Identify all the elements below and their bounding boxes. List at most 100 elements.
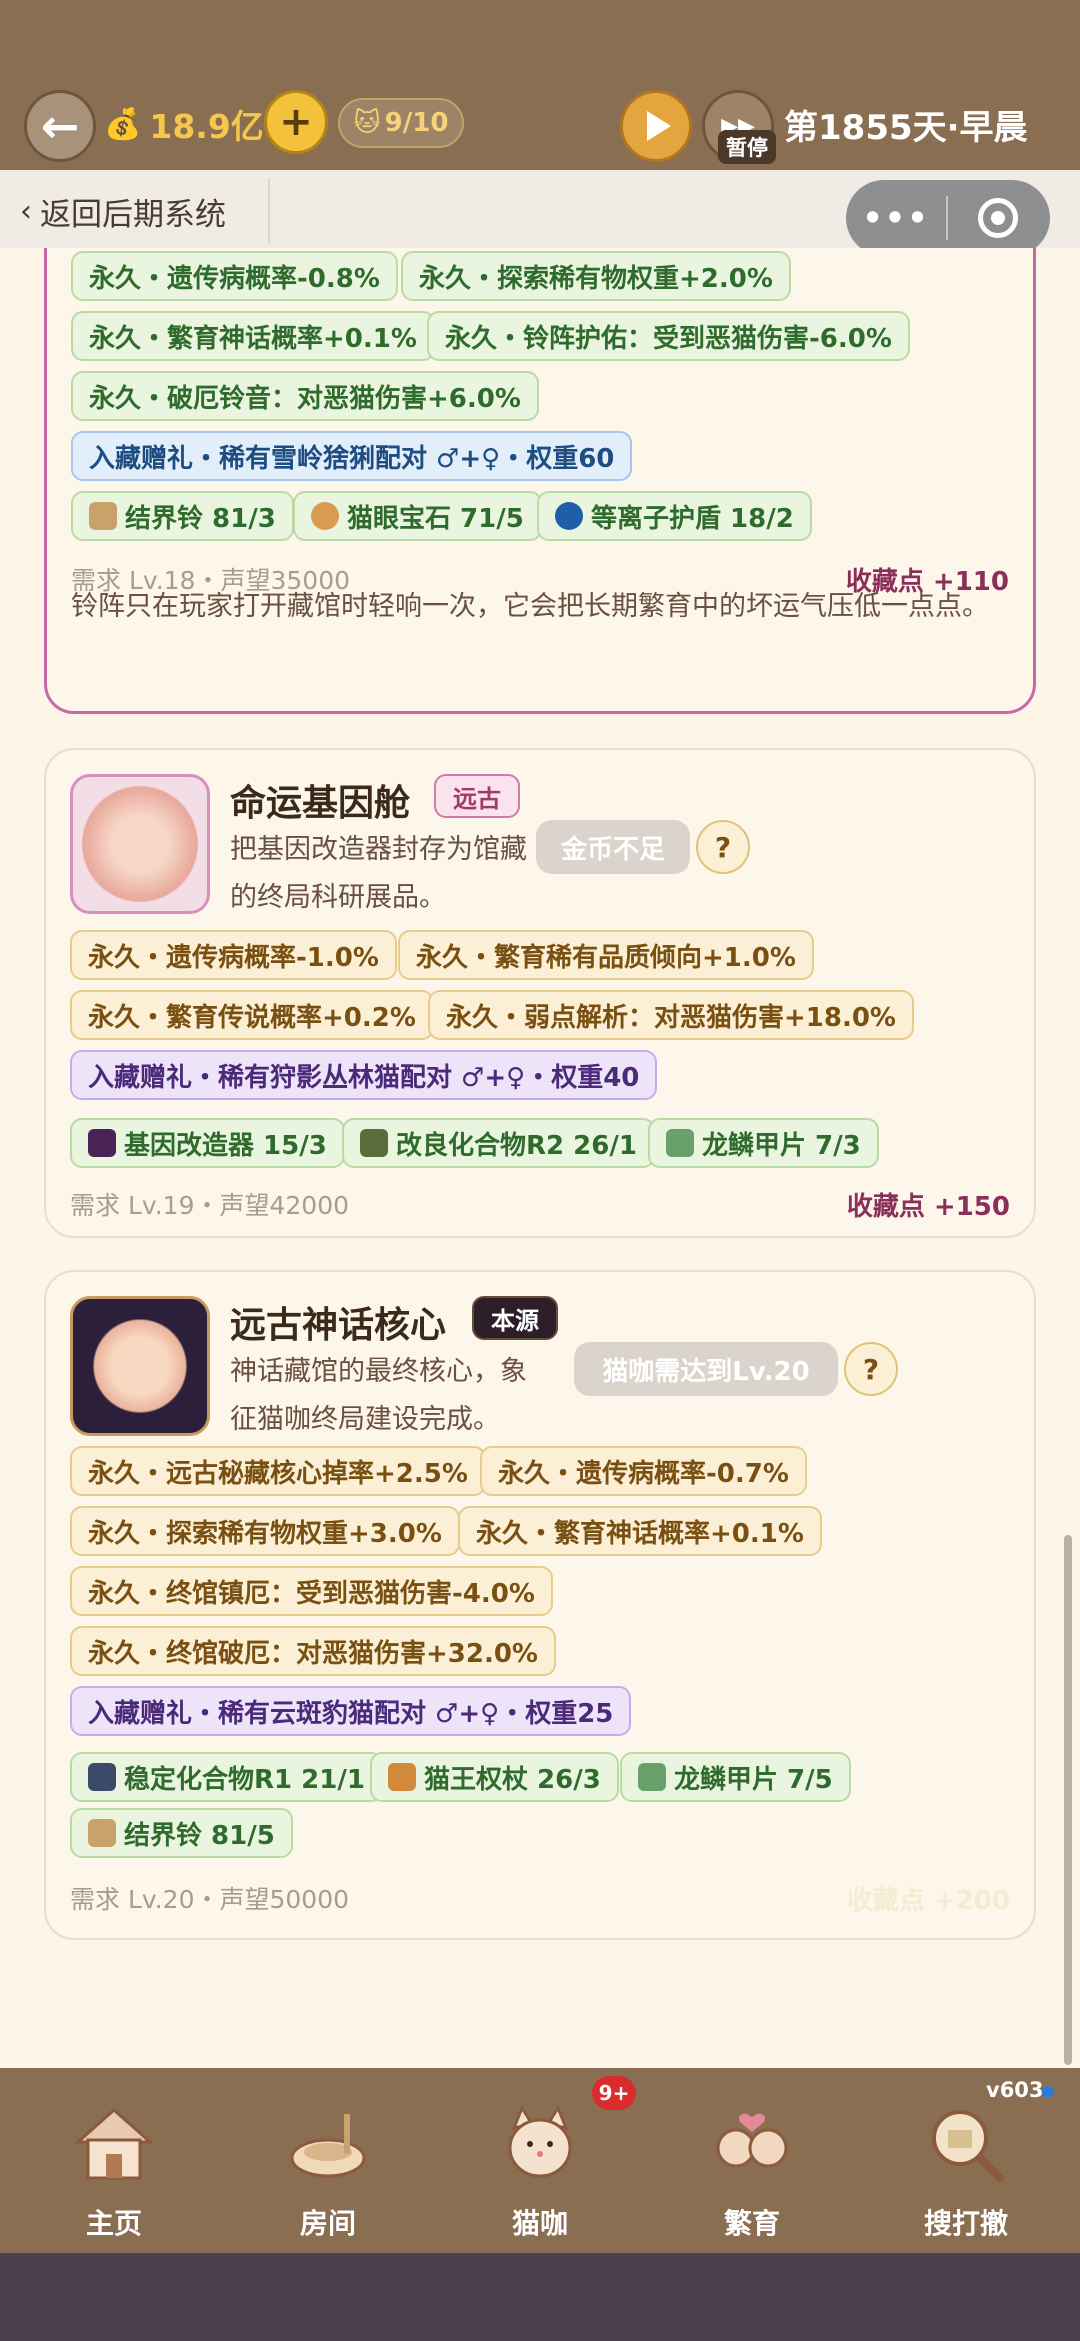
insufficient-gold-button[interactable]: 金币不足: [536, 820, 690, 874]
scrollbar[interactable]: [1064, 1535, 1072, 2065]
cat-count-badge: 🐱 9/10: [338, 98, 464, 148]
tab-label: 猫咖: [511, 2207, 568, 2240]
cat-king-scepter-icon: [388, 1763, 416, 1791]
dragon-scale-icon: [638, 1763, 666, 1791]
stabilizer-compound-icon: [88, 1763, 116, 1791]
tab-breeding[interactable]: 繁育: [682, 2080, 822, 2250]
bell-icon: [89, 502, 117, 530]
gift-chip: 入藏赠礼・稀有雪岭猞猁配对 ♂+♀・权重60: [71, 431, 633, 481]
play-button[interactable]: [620, 90, 692, 162]
collection-card-destiny-gene-pod: 命运基因舱 远古 把基因改造器封存为馆藏的终局科研展品。 金币不足 ? 永久・遗…: [44, 748, 1036, 1238]
tab-room[interactable]: 房间: [258, 2080, 398, 2250]
tab-label: 主页: [85, 2207, 142, 2240]
requirement-text: 需求 Lv.19・声望42000: [70, 1191, 350, 1220]
back-label: 返回后期系统: [40, 196, 226, 233]
magnifier-map-icon: [932, 2110, 1004, 2182]
gene-modifier-icon: [88, 1129, 116, 1157]
plasma-shield-icon: [555, 502, 583, 530]
effect-chip: 永久・探索稀有物权重+3.0%: [70, 1506, 460, 1556]
compound-vial-icon: [360, 1129, 388, 1157]
material-label: 龙鳞甲片 7/3: [702, 1130, 861, 1161]
cat-cup-icon: [508, 2104, 572, 2178]
tab-label: 搜打撤: [923, 2207, 1008, 2240]
version-dot: [1042, 2086, 1054, 2098]
gene-pod-thumbnail: [70, 774, 210, 914]
mini-program-capsule: •••: [846, 180, 1050, 256]
effect-chip: 永久・遗传病概率-0.8%: [71, 251, 398, 301]
material-chip: 等离子护盾 18/2: [537, 491, 812, 541]
system-home-bar: [0, 2253, 1080, 2341]
requirement-text: 需求 Lv.20・声望50000: [70, 1885, 350, 1914]
money-value: 18.9亿: [149, 107, 264, 146]
money-bag-icon: 💰: [104, 106, 142, 142]
play-icon: [647, 111, 671, 141]
cat-face-icon: 🐱: [353, 108, 381, 138]
material-label: 改良化合物R2 26/1: [396, 1130, 637, 1161]
material-label: 猫王权杖 26/3: [424, 1764, 601, 1795]
material-chip: 龙鳞甲片 7/3: [648, 1118, 879, 1168]
effect-chip: 永久・繁育稀有品质倾向+1.0%: [398, 930, 814, 980]
help-button[interactable]: ?: [696, 820, 750, 874]
tab-search-raid[interactable]: 搜打撤: [896, 2080, 1036, 2250]
cat-bed-icon: [290, 2114, 366, 2178]
notification-badge: 9+: [592, 2076, 636, 2110]
pause-label: 暂停: [718, 130, 776, 164]
effect-chip: 永久・终馆镇厄：受到恶猫伤害-4.0%: [70, 1566, 553, 1616]
effect-chip: 永久・繁育神话概率+0.1%: [71, 311, 435, 361]
target-ring-icon: [978, 198, 1018, 238]
material-label: 稳定化合物R1 21/1: [124, 1764, 365, 1795]
add-money-button[interactable]: +: [264, 90, 328, 154]
tab-label: 繁育: [723, 2207, 780, 2240]
myth-core-thumbnail: [70, 1296, 210, 1436]
card-subtitle: 神话藏馆的最终核心，象征猫咖终局建设完成。: [230, 1356, 527, 1435]
material-chip: 改良化合物R2 26/1: [342, 1118, 655, 1168]
material-label: 等离子护盾 18/2: [591, 503, 794, 534]
collection-points: 收藏点 +200: [846, 1886, 1010, 1916]
material-chip: 结界铃 81/5: [70, 1808, 293, 1858]
close-mini-program-button[interactable]: [948, 198, 1048, 238]
house-icon: [74, 2107, 154, 2180]
level-required-button[interactable]: 猫咖需达到Lv.20: [574, 1342, 838, 1396]
cat-eye-gem-icon: [311, 502, 339, 530]
material-chip: 基因改造器 15/3: [70, 1118, 345, 1168]
tab-label: 房间: [299, 2207, 356, 2240]
material-chip: 结界铃 81/3: [71, 491, 294, 541]
collection-card-ancient-myth-core: 远古神话核心 本源 神话藏馆的最终核心，象征猫咖终局建设完成。 猫咖需达到Lv.…: [44, 1270, 1036, 1940]
card-title: 命运基因舱: [230, 783, 411, 824]
effect-chip: 永久・繁育神话概率+0.1%: [458, 1506, 822, 1556]
effect-chip: 永久・终馆破厄：对恶猫伤害+32.0%: [70, 1626, 556, 1676]
material-chip: 龙鳞甲片 7/5: [620, 1752, 851, 1802]
material-label: 猫眼宝石 71/5: [347, 503, 524, 534]
tab-cat-cafe[interactable]: 猫咖: [470, 2080, 610, 2250]
effect-chip: 永久・遗传病概率-1.0%: [70, 930, 397, 980]
flavor-text: 铃阵只在玩家打开藏馆时轻响一次，它会把长期繁育中的坏运气压低一点点。: [71, 591, 989, 622]
material-chip: 猫王权杖 26/3: [370, 1752, 619, 1802]
effect-chip: 永久・遗传病概率-0.7%: [480, 1446, 807, 1496]
material-label: 基因改造器 15/3: [124, 1130, 327, 1161]
rarity-badge: 本源: [472, 1296, 558, 1340]
effect-chip: 永久・铃阵护佑：受到恶猫伤害-6.0%: [427, 311, 910, 361]
collection-card-bell-array: 永久・遗传病概率-0.8% 永久・探索稀有物权重+2.0% 永久・繁育神话概率+…: [44, 248, 1036, 714]
back-to-late-system-button[interactable]: ‹ 返回后期系统: [0, 178, 270, 244]
material-label: 结界铃 81/5: [124, 1820, 275, 1851]
chevron-left-icon: ‹: [20, 193, 32, 229]
material-chip: 稳定化合物R1 21/1: [70, 1752, 383, 1802]
money-display: 💰 18.9亿: [104, 100, 264, 148]
help-button[interactable]: ?: [844, 1342, 898, 1396]
effect-chip: 永久・繁育传说概率+0.2%: [70, 990, 434, 1040]
effect-chip: 永久・弱点解析：对恶猫伤害+18.0%: [428, 990, 914, 1040]
day-label: 第1855天·早晨: [784, 108, 1028, 148]
gift-chip: 入藏赠礼・稀有狩影丛林猫配对 ♂+♀・权重40: [70, 1050, 658, 1100]
collection-list[interactable]: 永久・遗传病概率-0.8% 永久・探索稀有物权重+2.0% 永久・繁育神话概率+…: [0, 248, 1080, 2068]
collection-points: 收藏点 +150: [846, 1192, 1010, 1222]
breeding-cats-icon: [716, 2113, 788, 2168]
effect-chip: 永久・探索稀有物权重+2.0%: [401, 251, 791, 301]
gift-chip: 入藏赠礼・稀有云斑豹猫配对 ♂+♀・权重25: [70, 1686, 632, 1736]
back-arrow-icon[interactable]: ←: [24, 90, 96, 162]
effect-chip: 永久・破厄铃音：对恶猫伤害+6.0%: [71, 371, 539, 421]
bell-icon: [88, 1819, 116, 1847]
material-label: 结界铃 81/3: [125, 503, 276, 534]
tab-home[interactable]: 主页: [44, 2080, 184, 2250]
material-chip: 猫眼宝石 71/5: [293, 491, 542, 541]
more-menu-icon[interactable]: •••: [846, 199, 946, 237]
